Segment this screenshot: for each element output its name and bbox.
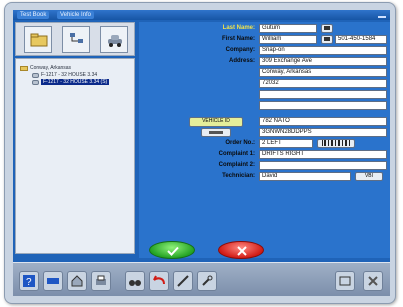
first-name-field[interactable]: William	[259, 35, 317, 44]
order-no-label: Order No.:	[225, 140, 255, 146]
complaint1-label: Complaint 1:	[218, 151, 255, 157]
tree-vehicle-1[interactable]: F-1217 - 32 HOUSE 3.34	[32, 72, 97, 78]
vehicle-id-button[interactable]: VEHICLE ID	[189, 117, 243, 127]
exit-button[interactable]	[363, 271, 383, 291]
cable-button[interactable]	[43, 271, 63, 291]
window-button[interactable]	[335, 271, 355, 291]
car-icon	[32, 79, 39, 85]
lookup-button[interactable]	[321, 24, 333, 33]
technician-label: Technician:	[222, 173, 255, 179]
phone-icon	[324, 26, 330, 30]
phone-field[interactable]: 501-450-1584	[335, 35, 387, 44]
complaint2-field[interactable]	[259, 161, 387, 170]
minimize-icon[interactable]	[378, 12, 386, 18]
complaint1-field[interactable]: DRIFTS RIGHT	[259, 150, 387, 159]
bottom-toolbar: ?	[13, 262, 390, 296]
order-no-field[interactable]: 2 LEFT	[259, 139, 313, 148]
address-line-3[interactable]: 72032	[259, 79, 387, 88]
vin-button[interactable]	[201, 128, 231, 137]
help-icon: ?	[23, 275, 35, 288]
customer-tree[interactable]: Conway, Arkansas F-1217 - 32 HOUSE 3.34 …	[15, 58, 135, 254]
tree-root[interactable]: Conway, Arkansas	[20, 65, 71, 71]
close-icon	[237, 246, 247, 256]
folder-icon	[20, 65, 28, 71]
address-line-5[interactable]	[259, 101, 387, 110]
tree-icon	[70, 33, 83, 43]
window-icon	[339, 276, 351, 286]
ok-button[interactable]	[149, 241, 195, 259]
measure-button[interactable]	[173, 271, 193, 291]
vin-field[interactable]: 3GNWN28DDPPS	[259, 128, 387, 137]
undo-arrow-icon	[153, 275, 165, 285]
car-icon	[32, 72, 39, 78]
address-line-1[interactable]: 309 Exchange Ave	[259, 57, 387, 66]
svg-text:?: ?	[26, 277, 32, 288]
title-bar: Test Book Vehicle Info	[13, 10, 390, 20]
last-name-field[interactable]: Gutum	[259, 24, 317, 33]
cable-icon	[47, 278, 59, 284]
open-folder-button[interactable]	[24, 26, 52, 53]
address-line-2[interactable]: Conway, Arkansas	[259, 68, 387, 77]
tree-toolbar	[15, 22, 135, 56]
phone-button[interactable]	[321, 35, 333, 44]
tree-vehicle-2[interactable]: F-1217 - 32 HOUSE 3.34 (S)	[32, 79, 110, 85]
address-label: Address:	[228, 58, 255, 64]
home-button[interactable]	[67, 271, 87, 291]
company-label: Company:	[225, 47, 255, 53]
tools-button[interactable]	[197, 271, 217, 291]
binoculars-icon	[129, 280, 141, 286]
address-line-4[interactable]	[259, 90, 387, 99]
home-icon	[71, 275, 83, 287]
menu-test-book[interactable]: Test Book	[17, 11, 50, 19]
search-button[interactable]	[125, 271, 145, 291]
folder-open-icon	[30, 33, 48, 47]
cancel-button[interactable]	[218, 241, 264, 259]
app-screen: Test Book Vehicle Info Conway, Arkansas …	[13, 10, 390, 296]
check-icon	[167, 246, 179, 256]
technician-field[interactable]: David	[259, 172, 351, 181]
menu-vehicle-info[interactable]: Vehicle Info	[57, 11, 95, 19]
complaint2-label: Complaint 2:	[218, 162, 255, 168]
customer-form: Last Name: Gutum First Name: William 501…	[139, 22, 390, 259]
car-icon	[209, 131, 223, 134]
measure-icon	[177, 275, 189, 287]
barcode-icon	[322, 140, 350, 146]
last-name-label: Last Name:	[222, 25, 255, 31]
vehicle-model-field[interactable]: 782 NATO	[259, 117, 387, 126]
help-button[interactable]: ?	[19, 271, 39, 291]
undo-button[interactable]	[149, 271, 169, 291]
print-button[interactable]	[91, 271, 111, 291]
wrench-icon	[202, 275, 213, 286]
barcode-button[interactable]	[317, 139, 355, 148]
first-name-label: First Name:	[221, 36, 255, 42]
printer-icon	[96, 275, 106, 285]
company-field[interactable]: Snap-on	[259, 46, 387, 55]
tree-view-button[interactable]	[62, 26, 90, 53]
phone-icon	[324, 37, 330, 41]
car-list-button[interactable]	[100, 26, 128, 53]
car-icon	[108, 35, 122, 47]
monitor-frame: Test Book Vehicle Info Conway, Arkansas …	[4, 2, 396, 304]
close-icon	[368, 276, 378, 286]
technician-button[interactable]: VBI	[355, 172, 383, 181]
